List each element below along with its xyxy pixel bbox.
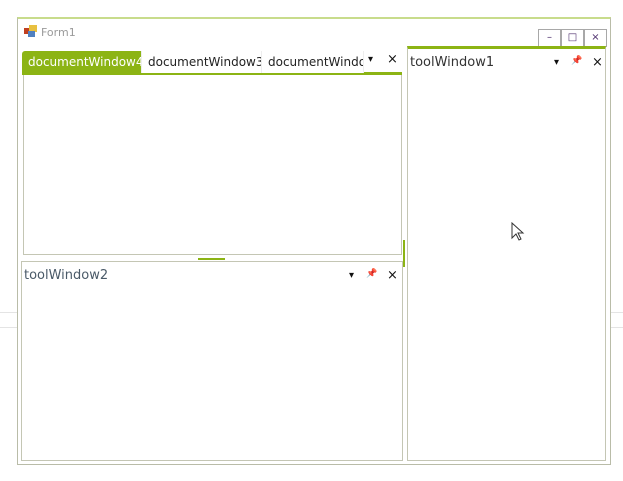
window-title: Form1 (41, 26, 76, 39)
horizontal-splitter[interactable] (198, 258, 225, 260)
vertical-splitter[interactable] (403, 240, 405, 267)
app-icon (24, 25, 37, 37)
background-line (610, 312, 623, 313)
tab-documentwindow[interactable]: documentWindow (262, 51, 364, 73)
mouse-cursor-icon (511, 222, 525, 241)
tool-window-1-pin-icon[interactable]: 📌 (571, 56, 582, 66)
document-close-icon[interactable]: × (387, 52, 398, 67)
tool-window-1 (407, 46, 606, 461)
tool-window-2-pin-icon[interactable]: 📌 (366, 269, 377, 279)
background-line (610, 327, 623, 328)
background-line (0, 312, 18, 313)
tool-window-2-close-icon[interactable]: × (387, 268, 398, 283)
tool-window-2-menu-icon[interactable]: ▾ (349, 270, 354, 281)
tool-window-2-title: toolWindow2 (24, 268, 109, 283)
tab-documentwindow3[interactable]: documentWindow3 (142, 51, 262, 73)
document-panel (23, 73, 402, 255)
tool-window-1-title: toolWindow1 (410, 55, 495, 70)
maximize-button[interactable]: □ (561, 29, 584, 47)
tab-documentwindow4[interactable]: documentWindow4 (22, 51, 142, 73)
minimize-button[interactable]: – (538, 29, 561, 47)
background-line (0, 327, 18, 328)
tool-window-1-close-icon[interactable]: × (592, 55, 603, 70)
tab-list-dropdown-icon[interactable]: ▾ (368, 54, 373, 65)
tool-window-2 (21, 261, 403, 461)
tool-window-1-menu-icon[interactable]: ▾ (554, 57, 559, 68)
close-button[interactable]: × (584, 29, 607, 47)
